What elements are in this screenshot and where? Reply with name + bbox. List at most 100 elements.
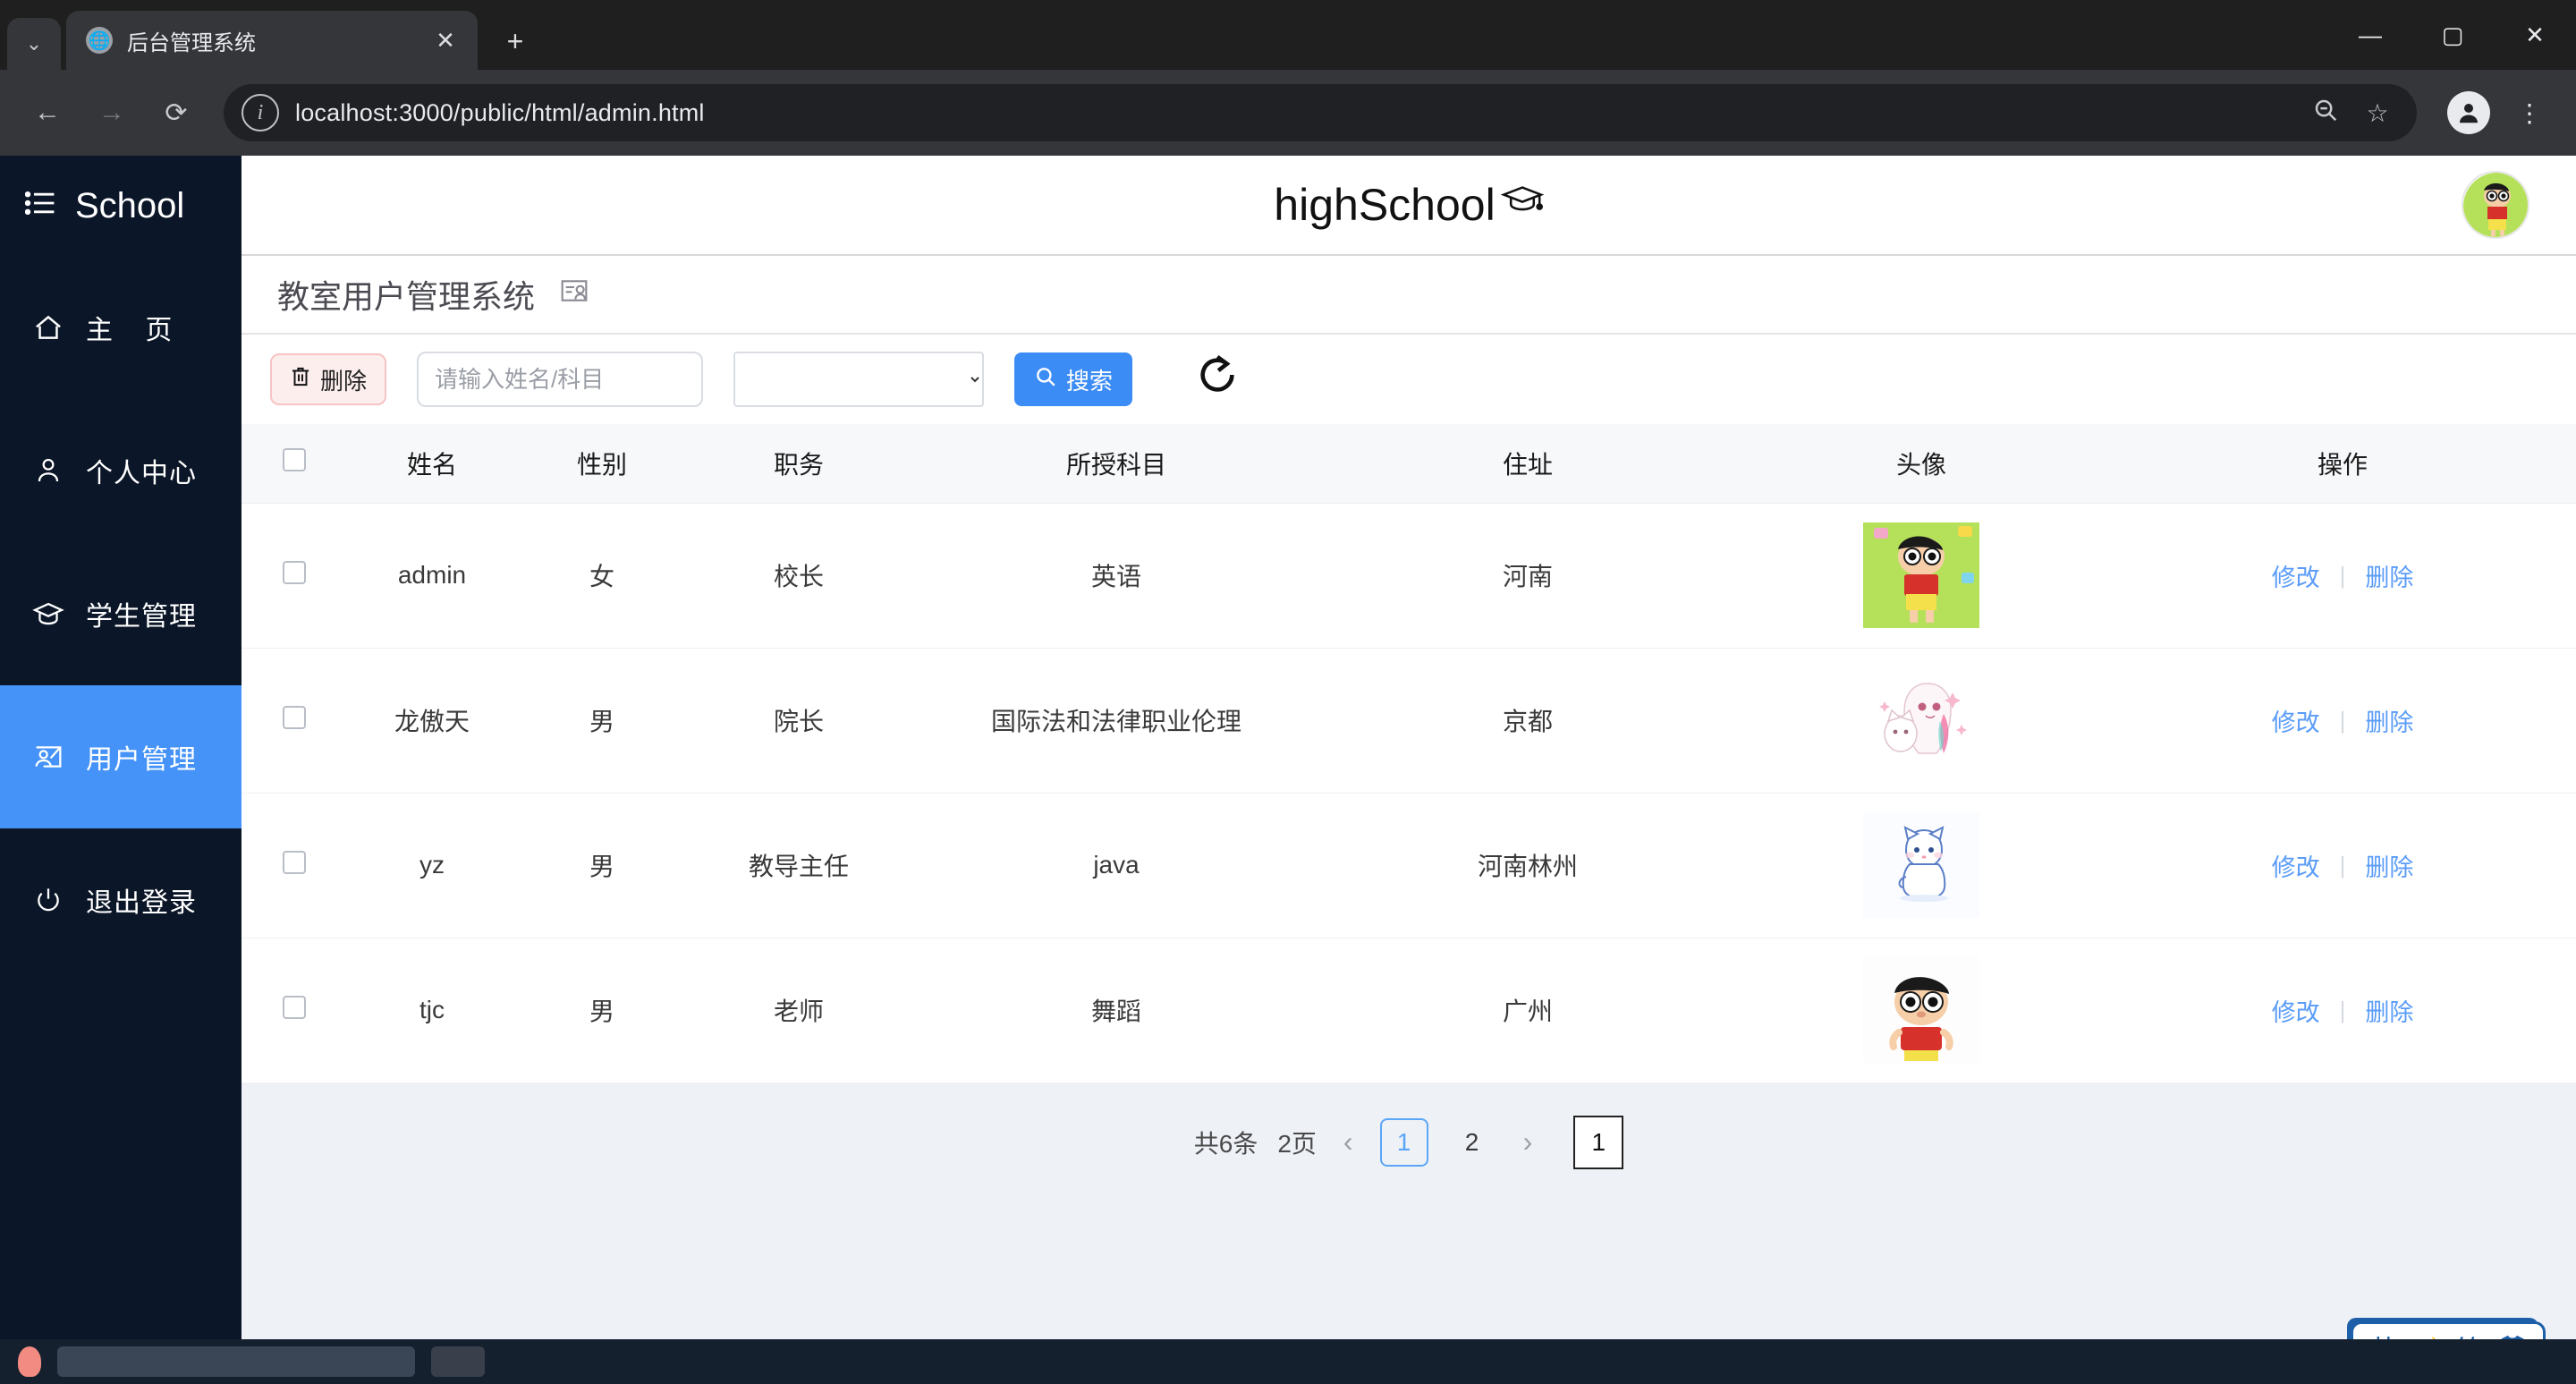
- page-button-1[interactable]: 1: [1379, 1117, 1428, 1167]
- os-taskbar: [0, 1339, 2576, 1384]
- delete-link[interactable]: 删除: [2345, 993, 2433, 1028]
- minimize-button[interactable]: —: [2329, 0, 2411, 70]
- row-checkbox[interactable]: [283, 850, 306, 874]
- page-button-2[interactable]: 2: [1448, 1118, 1496, 1167]
- cell-address: 河南林州: [1322, 793, 1733, 938]
- toolbar-right: ⋮: [2442, 86, 2556, 140]
- row-select-cell: [242, 938, 347, 1083]
- edit-link[interactable]: 修改: [2252, 703, 2340, 738]
- action-separator: |: [2339, 706, 2346, 734]
- cell-actions: 修改 | 删除: [2109, 938, 2576, 1083]
- delete-link[interactable]: 删除: [2345, 558, 2433, 593]
- sidebar-brand-label: School: [75, 185, 185, 225]
- delete-link[interactable]: 删除: [2345, 848, 2433, 883]
- page-jump-input[interactable]: 1: [1573, 1115, 1624, 1169]
- graduation-cap-icon: [30, 600, 66, 627]
- column-header-actions: 操作: [2109, 424, 2576, 504]
- main-content: highSchool 教室用户管理系统 删除 请输入姓名/科目 搜索 姓名 性别…: [242, 156, 2576, 1384]
- site-info-icon[interactable]: i: [242, 94, 279, 132]
- taskbar-window-item[interactable]: [431, 1346, 485, 1377]
- cell-position: 教导主任: [687, 793, 911, 938]
- cell-gender: 男: [517, 793, 687, 938]
- reload-icon[interactable]: ⟳: [148, 85, 204, 140]
- address-bar[interactable]: i localhost:3000/public/html/admin.html …: [224, 84, 2417, 141]
- search-minus-icon[interactable]: [2306, 97, 2345, 130]
- cell-gender: 女: [517, 503, 687, 649]
- row-checkbox[interactable]: [283, 560, 306, 584]
- app-header: highSchool: [242, 156, 2576, 256]
- column-header-avatar: 头像: [1733, 424, 2109, 504]
- browser-toolbar: ← → ⟳ i localhost:3000/public/html/admin…: [0, 70, 2576, 156]
- table-row: yz 男 教导主任 java 河南林州 修改 | 删除: [242, 793, 2576, 938]
- action-separator: |: [2339, 996, 2346, 1023]
- crayon-shinchan-face-avatar: [1863, 957, 1979, 1063]
- delete-link[interactable]: 删除: [2345, 703, 2433, 738]
- list-icon: [24, 191, 55, 221]
- tab-list-chevron-icon[interactable]: ⌄: [7, 18, 61, 70]
- pagination: 共6条 2页 ‹ 1 2 › 1: [242, 1115, 2576, 1169]
- next-page-button[interactable]: ›: [1516, 1125, 1540, 1159]
- sidebar-item-profile[interactable]: 个人中心: [0, 399, 242, 542]
- browser-window: ⌄ 🌐 后台管理系统 ✕ + — ▢ ✕ ← → ⟳ i localhost:3…: [0, 0, 2576, 1384]
- new-tab-button[interactable]: +: [490, 16, 540, 66]
- user-profile-card-icon: [558, 276, 590, 313]
- table-header-row: 姓名 性别 职务 所授科目 住址 头像 操作: [242, 424, 2576, 504]
- browser-tab[interactable]: 🌐 后台管理系统 ✕: [66, 11, 478, 70]
- cell-avatar: [1733, 793, 2109, 938]
- close-icon[interactable]: ✕: [429, 27, 462, 55]
- profile-icon[interactable]: [2442, 86, 2496, 140]
- sidebar-item-logout[interactable]: 退出登录: [0, 828, 242, 972]
- cell-subject: 英语: [911, 503, 1322, 649]
- taskbar-app-icon[interactable]: [18, 1346, 41, 1377]
- filter-select[interactable]: [733, 352, 985, 407]
- cell-address: 京都: [1322, 648, 1733, 794]
- tab-strip: ⌄ 🌐 后台管理系统 ✕ + — ▢ ✕: [0, 0, 2576, 70]
- window-close-button[interactable]: ✕: [2494, 0, 2576, 70]
- url-text: localhost:3000/public/html/admin.html: [295, 98, 705, 126]
- refresh-button[interactable]: [1190, 352, 1245, 407]
- total-count-text: 共6条: [1193, 1129, 1258, 1158]
- edit-link[interactable]: 修改: [2252, 848, 2340, 883]
- column-header-name: 姓名: [347, 424, 517, 504]
- batch-delete-button[interactable]: 删除: [270, 353, 387, 405]
- forward-icon[interactable]: →: [84, 85, 140, 140]
- select-all-checkbox[interactable]: [283, 448, 306, 472]
- home-icon: [30, 313, 66, 342]
- row-checkbox[interactable]: [283, 995, 306, 1019]
- sidebar-item-label: 退出登录: [86, 888, 197, 918]
- total-pages-text: 2页: [1277, 1129, 1317, 1158]
- cell-subject: 国际法和法律职业伦理: [911, 648, 1322, 794]
- action-separator: |: [2339, 561, 2346, 589]
- search-input[interactable]: [417, 352, 704, 407]
- crayon-shinchan-green-avatar: [1863, 522, 1979, 628]
- action-separator: |: [2339, 851, 2346, 879]
- taskbar-window-item[interactable]: [57, 1346, 415, 1377]
- sidebar-item-users[interactable]: 用户管理: [0, 685, 242, 828]
- sidebar-item-home[interactable]: 主 页: [0, 256, 242, 399]
- cell-name: 龙傲天: [347, 648, 517, 794]
- back-icon[interactable]: ←: [20, 85, 75, 140]
- data-table: 姓名 性别 职务 所授科目 住址 头像 操作 admin 女 校长 英语 河南 …: [242, 424, 2576, 1083]
- edit-link[interactable]: 修改: [2252, 993, 2340, 1028]
- cell-position: 校长: [687, 503, 911, 649]
- cell-subject: java: [911, 793, 1322, 938]
- bookmark-star-icon[interactable]: ☆: [2358, 98, 2397, 128]
- cell-name: admin: [347, 503, 517, 649]
- avatar[interactable]: [2462, 171, 2529, 239]
- sidebar-item-students[interactable]: 学生管理: [0, 542, 242, 685]
- table-row: admin 女 校长 英语 河南 修改 | 删除: [242, 503, 2576, 649]
- user-icon: [30, 456, 66, 485]
- sidebar-item-label: 主 页: [86, 316, 185, 345]
- sidebar-nav: 主 页 个人中心 学生管理 用户管理 退出登录: [0, 256, 242, 972]
- browser-menu-icon[interactable]: ⋮: [2503, 86, 2556, 140]
- prev-page-button[interactable]: ‹: [1336, 1125, 1360, 1159]
- row-checkbox[interactable]: [283, 705, 306, 729]
- select-all-header: [242, 424, 347, 504]
- maximize-button[interactable]: ▢: [2411, 0, 2494, 70]
- page-body: School 主 页 个人中心 学生管理 用户管理 退出登录 highSchoo…: [0, 156, 2576, 1384]
- omnibox-actions: ☆: [2306, 97, 2402, 130]
- sidebar-brand[interactable]: School: [0, 156, 242, 256]
- edit-link[interactable]: 修改: [2252, 558, 2340, 593]
- search-button[interactable]: 搜索: [1014, 352, 1133, 406]
- app-title-text: highSchool: [1274, 180, 1496, 230]
